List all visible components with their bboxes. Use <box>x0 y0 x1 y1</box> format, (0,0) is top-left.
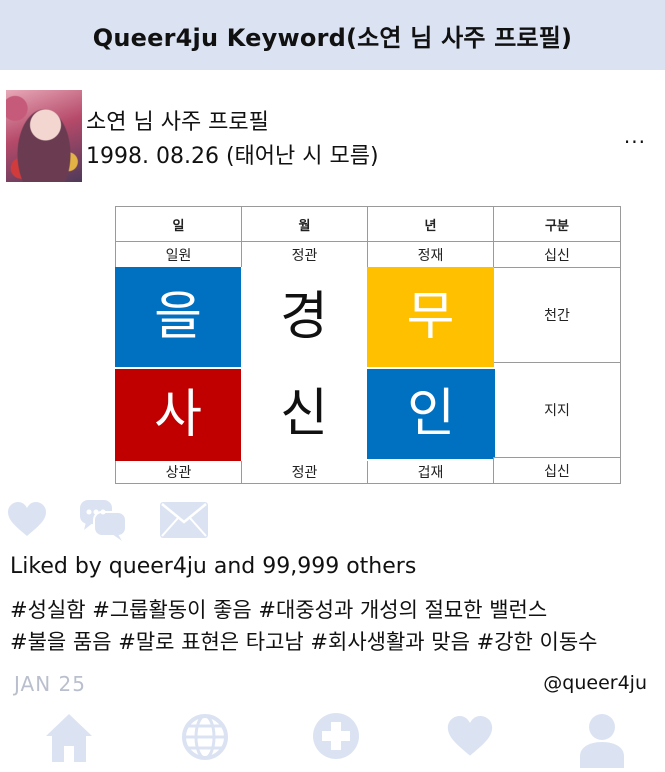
table-header-day: 일 <box>115 206 242 242</box>
sipsin-top-day: 일원 <box>115 241 242 268</box>
page-title: Queer4ju Keyword(소연 님 사주 프로필) <box>92 23 573 52</box>
profile-icon[interactable] <box>578 712 626 768</box>
avatar[interactable] <box>6 90 82 182</box>
hashtags: #성실함 #그룹활동이 좋음 #대중성과 개성의 절묘한 밸런스 #불을 품음 … <box>10 594 597 658</box>
post-actions <box>0 496 665 546</box>
heart-icon[interactable] <box>7 502 47 538</box>
table-header-category: 구분 <box>493 206 621 242</box>
profile-birthdate: 1998. 08.26 (태어난 시 모름) <box>86 144 379 169</box>
app-header: Queer4ju Keyword(소연 님 사주 프로필) <box>0 0 665 70</box>
cheongan-day: 을 <box>115 267 241 367</box>
sipsin-bottom-month: 정관 <box>241 461 368 484</box>
cheongan-year: 무 <box>367 267 494 367</box>
add-icon[interactable] <box>312 712 360 760</box>
likes-count: Liked by queer4ju and 99,999 others <box>10 554 417 579</box>
globe-icon[interactable] <box>180 712 230 762</box>
jiji-month: 신 <box>241 367 367 461</box>
post-date: JAN 25 <box>14 672 86 696</box>
sipsin-bottom-category: 십신 <box>493 457 621 484</box>
bottom-nav <box>0 708 665 772</box>
mail-icon[interactable] <box>160 502 208 538</box>
home-icon[interactable] <box>44 712 94 764</box>
saju-table: 일 월 년 구분 일원 정관 정재 십신 을 경 무 천간 사 신 인 지지 상… <box>115 206 621 484</box>
jiji-day: 사 <box>115 369 241 461</box>
post-header: 소연 님 사주 프로필 1998. 08.26 (태어난 시 모름) ... <box>6 90 656 184</box>
sipsin-top-year: 정재 <box>367 241 494 268</box>
hashtag-line: #불을 품음 #말로 표현은 타고남 #회사생활과 맞음 #강한 이동수 <box>10 630 598 654</box>
cheongan-month: 경 <box>241 267 367 367</box>
sipsin-top-month: 정관 <box>241 241 368 268</box>
hashtag-line: #성실함 #그룹활동이 좋음 #대중성과 개성의 절묘한 밸런스 <box>10 598 548 622</box>
profile-name: 소연 님 사주 프로필 <box>86 110 269 135</box>
table-header-year: 년 <box>367 206 494 242</box>
sipsin-bottom-day: 상관 <box>115 461 242 484</box>
sipsin-top-category: 십신 <box>493 241 621 268</box>
sipsin-bottom-year: 겁재 <box>367 461 494 484</box>
author-handle[interactable]: @queer4ju <box>543 672 647 694</box>
jiji-year: 인 <box>367 369 495 459</box>
table-header-month: 월 <box>241 206 368 242</box>
heart-icon[interactable] <box>446 716 494 758</box>
row-label-jiji: 지지 <box>494 362 621 457</box>
ellipsis-icon[interactable]: ... <box>624 124 646 148</box>
comment-icon[interactable] <box>80 498 128 542</box>
row-label-cheongan: 천간 <box>494 267 621 363</box>
